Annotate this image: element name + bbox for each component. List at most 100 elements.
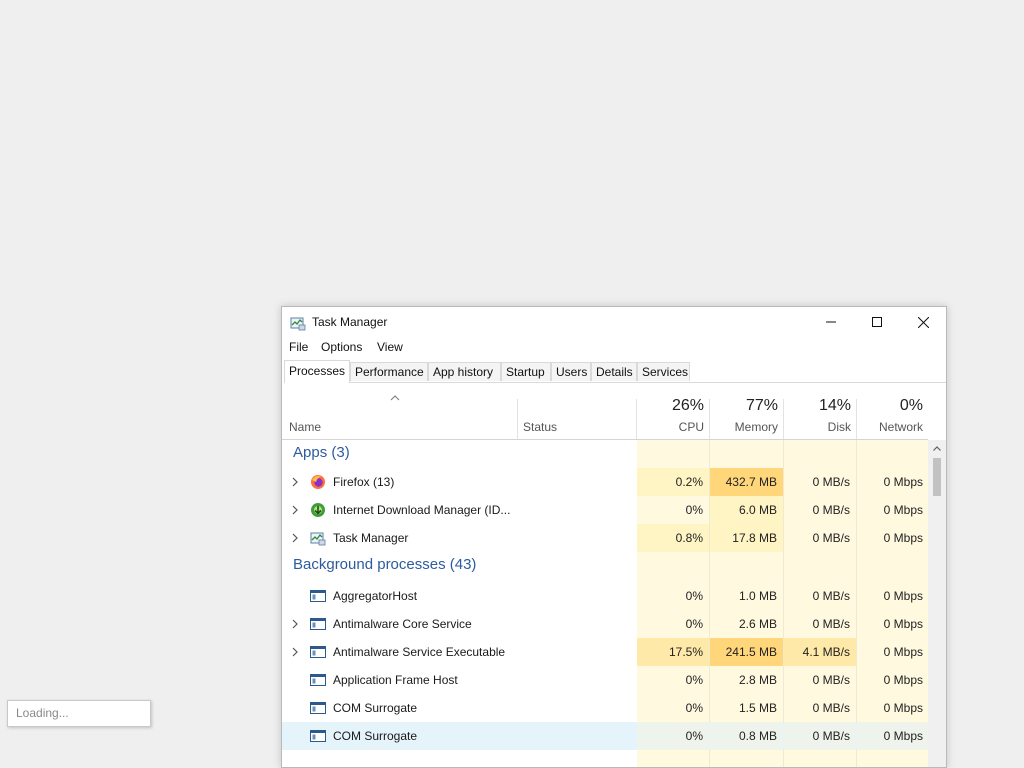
process-row[interactable]: Task Manager 0.8% 17.8 MB 0 MB/s 0 Mbps (282, 524, 929, 552)
header-memory-label: Memory (734, 420, 778, 434)
memory-total: 77% (745, 397, 778, 414)
tab-app-history[interactable]: App history (428, 362, 501, 381)
disk-value: 0 MB/s (812, 729, 850, 743)
network-value: 0 Mbps (883, 729, 923, 743)
task-manager-icon (310, 532, 326, 546)
process-row[interactable]: Application Frame Host 0% 2.8 MB 0 MB/s 0 Mb… (282, 666, 929, 694)
group-header-apps[interactable]: Apps (3) (282, 440, 928, 468)
menu-options[interactable]: Options (321, 340, 362, 354)
disk-value: 0 MB/s (812, 531, 850, 545)
chevron-right-icon[interactable] (290, 532, 300, 544)
tab-services[interactable]: Services (637, 362, 690, 381)
column-header: Name Status 26% CPU 77% Memory 14% Disk … (282, 383, 928, 440)
chevron-right-icon[interactable] (290, 476, 300, 488)
group-header-background[interactable]: Background processes (43) (282, 552, 928, 580)
cpu-value: 17.5% (668, 645, 703, 659)
header-name-label: Name (289, 420, 322, 434)
cpu-total: 26% (671, 397, 704, 414)
disk-value: 0 MB/s (812, 503, 850, 517)
process-name: AggregatorHost (333, 589, 418, 603)
cpu-value: 0.8% (675, 531, 703, 545)
chevron-right-icon[interactable] (290, 504, 300, 516)
cpu-value: 0% (685, 673, 703, 687)
minimize-button[interactable] (808, 307, 854, 337)
network-value: 0 Mbps (883, 645, 923, 659)
memory-value: 241.5 MB (725, 645, 777, 659)
network-value: 0 Mbps (883, 531, 923, 545)
memory-value: 2.8 MB (738, 673, 777, 687)
process-name: Firefox (13) (333, 475, 395, 489)
chevron-right-icon[interactable] (290, 646, 300, 658)
tab-users[interactable]: Users (551, 362, 591, 381)
chevron-right-icon[interactable] (290, 618, 300, 630)
network-value: 0 Mbps (883, 589, 923, 603)
tab-startup[interactable]: Startup (501, 362, 551, 381)
group-title-background: Background processes (43) (293, 556, 477, 573)
close-icon (917, 316, 929, 328)
idm-icon (311, 503, 325, 517)
header-network[interactable]: 0% Network (857, 383, 929, 439)
process-row[interactable]: COM Surrogate 0% 1.5 MB 0 MB/s 0 Mbps (282, 694, 929, 722)
tab-details[interactable]: Details (591, 362, 637, 381)
memory-value: 432.7 MB (725, 475, 777, 489)
process-row[interactable]: Internet Download Manager (ID... 0% 6.0 MB… (282, 496, 929, 524)
header-name[interactable]: Name (282, 383, 517, 439)
process-row[interactable]: Firefox (13) 0.2% 432.7 MB 0 MB/s 0 Mbps (282, 468, 929, 496)
cpu-value: 0% (685, 617, 703, 631)
disk-value: 0 MB/s (812, 589, 850, 603)
scroll-up-button[interactable] (928, 440, 946, 457)
vertical-scrollbar[interactable] (928, 440, 946, 767)
process-row[interactable]: COM Surrogate 0% 0.8 MB 0 MB/s 0 Mbps (282, 722, 929, 750)
memory-value: 0.8 MB (738, 729, 777, 743)
maximize-icon (872, 317, 882, 327)
memory-value: 1.0 MB (738, 589, 777, 603)
header-memory[interactable]: 77% Memory (710, 383, 783, 439)
network-value: 0 Mbps (883, 503, 923, 517)
header-cpu[interactable]: 26% CPU (637, 383, 709, 439)
process-row[interactable]: Antimalware Core Service 0% 2.6 MB 0 MB/s 0 … (282, 610, 929, 638)
scroll-thumb[interactable] (933, 458, 941, 496)
window-icon (310, 646, 326, 658)
loading-text: Loading... (16, 706, 69, 720)
memory-value: 2.6 MB (738, 617, 777, 631)
header-cpu-label: CPU (678, 420, 704, 434)
cpu-value: 0% (685, 701, 703, 715)
title-bar[interactable]: Task Manager (282, 307, 946, 337)
group-title-apps: Apps (3) (293, 444, 350, 461)
maximize-button[interactable] (854, 307, 900, 337)
process-name: Application Frame Host (333, 673, 458, 687)
header-disk[interactable]: 14% Disk (784, 383, 856, 439)
header-disk-label: Disk (827, 420, 851, 434)
process-name: Antimalware Service Executable (333, 645, 506, 659)
tab-strip: Processes Performance App history Startu… (284, 360, 946, 383)
close-button[interactable] (900, 307, 946, 337)
network-total: 0% (899, 397, 923, 414)
network-value: 0 Mbps (883, 673, 923, 687)
disk-value: 0 MB/s (812, 475, 850, 489)
disk-total: 14% (818, 397, 851, 414)
loading-indicator: Loading... (7, 700, 151, 727)
task-manager-window: Task Manager File Options View Processes… (281, 306, 947, 768)
chevron-up-icon (933, 446, 941, 451)
cpu-value: 0% (685, 589, 703, 603)
menu-file[interactable]: File (289, 340, 308, 354)
cpu-value: 0.2% (675, 475, 703, 489)
memory-value: 6.0 MB (738, 503, 777, 517)
menu-bar: File Options View (282, 337, 946, 357)
minimize-icon (826, 321, 836, 323)
task-manager-icon (290, 317, 306, 331)
process-row[interactable]: AggregatorHost 0% 1.0 MB 0 MB/s 0 Mbps (282, 582, 929, 610)
menu-view[interactable]: View (377, 340, 403, 354)
tab-processes[interactable]: Processes (284, 360, 350, 383)
process-name: COM Surrogate (333, 729, 418, 743)
memory-value: 17.8 MB (732, 531, 777, 545)
process-name: COM Surrogate (333, 701, 418, 715)
memory-value: 1.5 MB (738, 701, 777, 715)
window-icon (310, 674, 326, 686)
header-status[interactable]: Status (518, 383, 636, 439)
cpu-value: 0% (685, 503, 703, 517)
process-row[interactable]: Antimalware Service Executable 17.5% 241.5… (282, 638, 929, 666)
firefox-icon (311, 475, 325, 489)
tab-performance[interactable]: Performance (350, 362, 428, 381)
disk-value: 0 MB/s (812, 617, 850, 631)
